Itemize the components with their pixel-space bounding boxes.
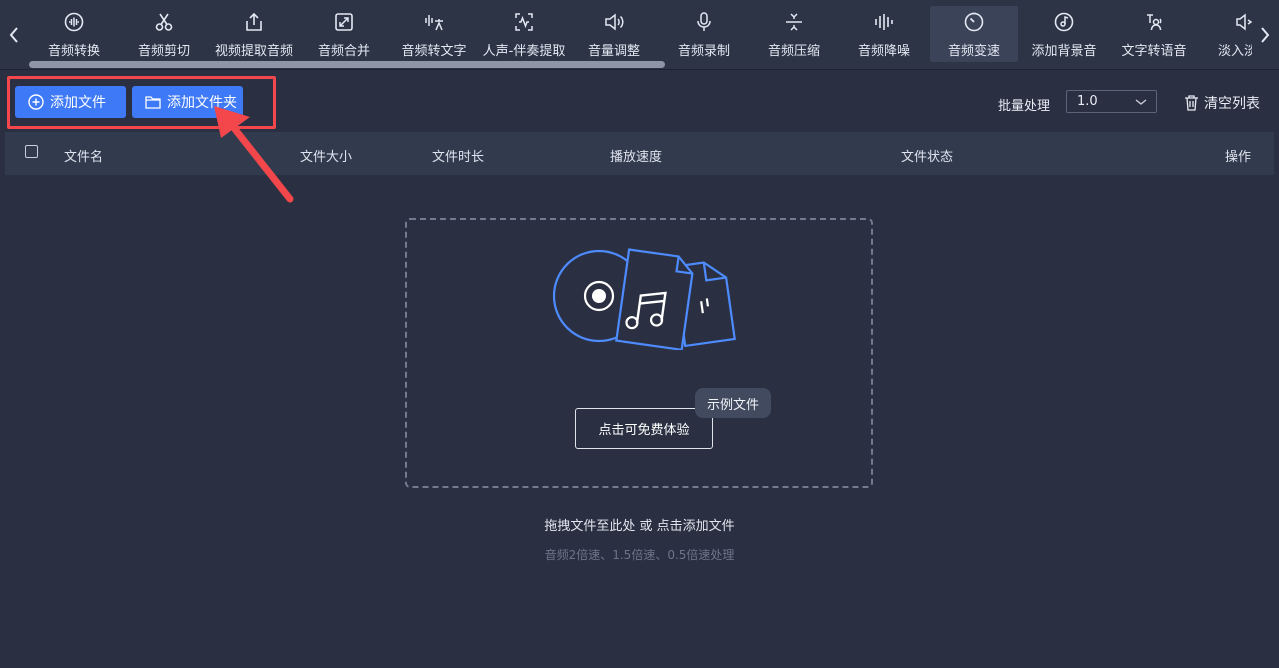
select-all-checkbox[interactable]	[25, 145, 38, 158]
tool-label: 音频合并	[317, 44, 370, 59]
column-header-speed: 播放速度	[610, 150, 663, 165]
merge-arrows-icon	[335, 13, 353, 31]
tool-label: 淡入淡出	[1217, 44, 1252, 59]
tool-text-to-speech[interactable]: 文字转语音	[1110, 6, 1198, 62]
tool-label: 音频转文字	[401, 44, 467, 59]
music-disc-icon	[1054, 12, 1074, 32]
fade-speaker-icon	[1236, 13, 1252, 31]
tool-label: 音频录制	[677, 44, 730, 59]
tool-label: 添加背景音	[1031, 44, 1097, 59]
tool-audio-cut[interactable]: 音频剪切	[120, 6, 208, 62]
column-header-filesize: 文件大小	[300, 150, 353, 165]
drop-hint-text: 拖拽文件至此处 或 点击添加文件	[544, 519, 735, 534]
tool-label: 音频降噪	[857, 44, 910, 59]
noise-bars-icon	[875, 14, 893, 30]
tool-add-bg-music[interactable]: 添加背景音	[1020, 6, 1108, 62]
tool-label: 音频变速	[947, 44, 1000, 59]
highlight-box	[7, 76, 276, 129]
chevron-left-icon	[9, 27, 18, 43]
speaker-icon	[605, 13, 624, 31]
file-table-header: 文件名 文件大小 文件时长 播放速度 文件状态 操作	[5, 132, 1274, 175]
tool-label: 音频转换	[47, 44, 100, 59]
sound-to-text-icon	[425, 15, 443, 31]
scan-wave-icon	[515, 13, 533, 31]
chevron-right-icon	[1261, 27, 1270, 43]
tool-audio-to-text[interactable]: 音频转文字	[390, 6, 478, 62]
tool-noise-reduce[interactable]: 音频降噪	[840, 6, 928, 62]
drop-hint: 拖拽文件至此处 或 点击添加文件	[0, 515, 1279, 534]
tool-fade-in-out[interactable]: 淡入淡出	[1200, 6, 1252, 62]
sample-file-label: 示例文件	[706, 397, 759, 413]
column-header-actions: 操作	[1225, 150, 1252, 165]
chevron-down-icon	[1135, 99, 1147, 105]
speed-select-value: 1.0	[1077, 94, 1098, 109]
tool-strip: 音频转换 音频剪切 视频提取音频 音频合并 音频转文字 人声-伴奏提取 音量调整	[30, 0, 1252, 62]
clear-list-button[interactable]: 清空列表	[1184, 93, 1260, 113]
tool-toolbar: 音频转换 音频剪切 视频提取音频 音频合并 音频转文字 人声-伴奏提取 音量调整	[0, 0, 1279, 70]
tool-extract-audio[interactable]: 视频提取音频	[210, 6, 298, 62]
sample-file-tag[interactable]: 示例文件	[695, 388, 771, 418]
microphone-icon	[697, 12, 711, 31]
tool-audio-merge[interactable]: 音频合并	[300, 6, 388, 62]
tool-audio-convert[interactable]: 音频转换	[30, 6, 118, 62]
clear-list-label: 清空列表	[1204, 96, 1260, 112]
tool-label: 视频提取音频	[214, 44, 293, 59]
tool-audio-compress[interactable]: 音频压缩	[750, 6, 838, 62]
column-header-filename: 文件名	[64, 150, 104, 165]
tool-label: 文字转语音	[1121, 44, 1187, 59]
column-header-status: 文件状态	[901, 150, 954, 165]
free-trial-label: 点击可免费体验	[598, 423, 690, 438]
waveform-circle-icon	[64, 12, 84, 32]
tool-audio-speed[interactable]: 音频变速	[930, 6, 1018, 62]
speed-select[interactable]: 1.0	[1066, 90, 1157, 113]
speedometer-icon	[964, 12, 984, 32]
batch-process-label: 批量处理	[998, 99, 1051, 114]
text-to-speech-icon	[1147, 14, 1162, 31]
tool-label: 音频剪切	[137, 44, 190, 59]
upload-box-icon	[246, 12, 262, 31]
column-header-duration: 文件时长	[432, 150, 485, 165]
tool-label: 人声-伴奏提取	[482, 44, 566, 59]
speed-hint-text: 音频2倍速、1.5倍速、0.5倍速处理	[544, 548, 735, 562]
speed-hint: 音频2倍速、1.5倍速、0.5倍速处理	[0, 546, 1279, 563]
toolbar-scrollbar[interactable]	[29, 61, 665, 68]
compress-icon	[786, 13, 802, 31]
tool-label: 音量调整	[587, 44, 640, 59]
audio-files-illustration	[552, 248, 736, 350]
scissors-icon	[155, 13, 173, 31]
tool-vocal-extract[interactable]: 人声-伴奏提取	[480, 6, 568, 62]
free-trial-button[interactable]: 点击可免费体验	[575, 408, 713, 449]
tool-volume-adjust[interactable]: 音量调整	[570, 6, 658, 62]
scroll-right-button[interactable]	[1256, 22, 1274, 48]
trash-icon	[1185, 95, 1198, 111]
tool-audio-record[interactable]: 音频录制	[660, 6, 748, 62]
scroll-left-button[interactable]	[5, 22, 23, 48]
tool-label: 音频压缩	[767, 44, 820, 59]
